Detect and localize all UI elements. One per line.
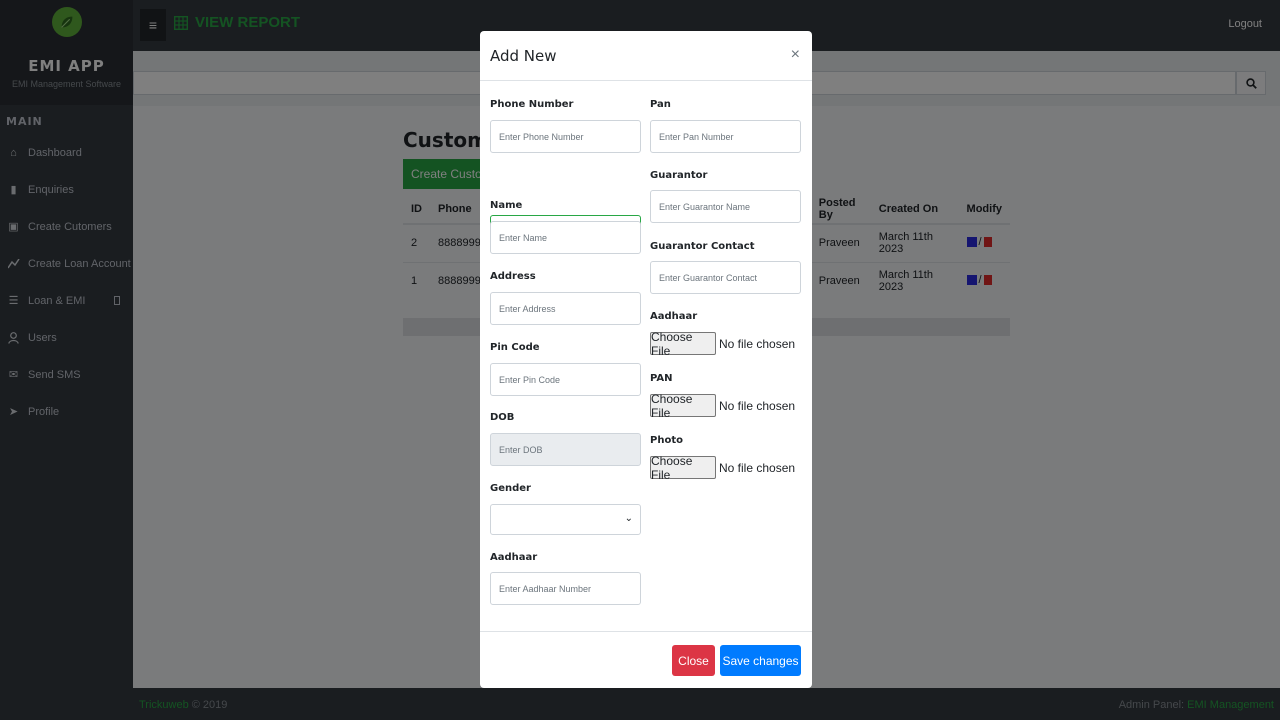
modal-footer: Close Save changes	[480, 631, 812, 688]
guarantor-contact-label: Guarantor Contact	[650, 241, 755, 252]
close-button[interactable]: Close	[672, 645, 715, 676]
pan-label: Pan	[650, 99, 671, 110]
modal-title: Add New	[490, 47, 557, 65]
name-label: Name	[490, 200, 523, 211]
no-file-text: No file chosen	[719, 460, 796, 475]
aadhaar-file-input[interactable]: Choose File No file chosen	[650, 330, 796, 358]
name-input[interactable]: Enter Name	[490, 221, 641, 254]
photo-file-label: Photo	[650, 435, 683, 446]
dob-input[interactable]: Enter DOB	[490, 433, 641, 466]
phone-number-input[interactable]: Enter Phone Number	[490, 120, 641, 153]
add-new-modal: Add New × Phone Number Enter Phone Numbe…	[480, 31, 812, 688]
modal-header: Add New ×	[480, 31, 812, 81]
address-label: Address	[490, 271, 536, 282]
pan-input[interactable]: Enter Pan Number	[650, 120, 801, 153]
photo-file-input[interactable]: Choose File No file chosen	[650, 454, 796, 482]
guarantor-input[interactable]: Enter Guarantor Name	[650, 190, 801, 223]
choose-file-button[interactable]: Choose File	[650, 392, 716, 420]
phone-number-label: Phone Number	[490, 99, 574, 110]
aadhaar-label: Aadhaar	[490, 552, 538, 563]
aadhaar-input[interactable]: Enter Aadhaar Number	[490, 572, 641, 605]
choose-file-button[interactable]: Choose File	[650, 454, 716, 482]
choose-file-button[interactable]: Choose File	[650, 330, 716, 358]
no-file-text: No file chosen	[719, 398, 796, 413]
gender-select[interactable]: ⌄	[490, 504, 641, 535]
aadhaar-file-label: Aadhaar	[650, 311, 698, 322]
address-input[interactable]: Enter Address	[490, 292, 641, 325]
guarantor-contact-input[interactable]: Enter Guarantor Contact	[650, 261, 801, 294]
dob-label: DOB	[490, 412, 515, 423]
modal-body: Phone Number Enter Phone Number Fetch Cu…	[480, 81, 812, 631]
guarantor-label: Guarantor	[650, 170, 708, 181]
close-icon[interactable]: ×	[791, 46, 800, 64]
pin-code-label: Pin Code	[490, 342, 540, 353]
pan-file-label: PAN	[650, 373, 673, 384]
chevron-down-icon: ⌄	[624, 513, 633, 524]
save-changes-button[interactable]: Save changes	[720, 645, 801, 676]
no-file-text: No file chosen	[719, 336, 796, 351]
pan-file-input[interactable]: Choose File No file chosen	[650, 392, 796, 420]
pin-code-input[interactable]: Enter Pin Code	[490, 363, 641, 396]
gender-label: Gender	[490, 483, 531, 494]
